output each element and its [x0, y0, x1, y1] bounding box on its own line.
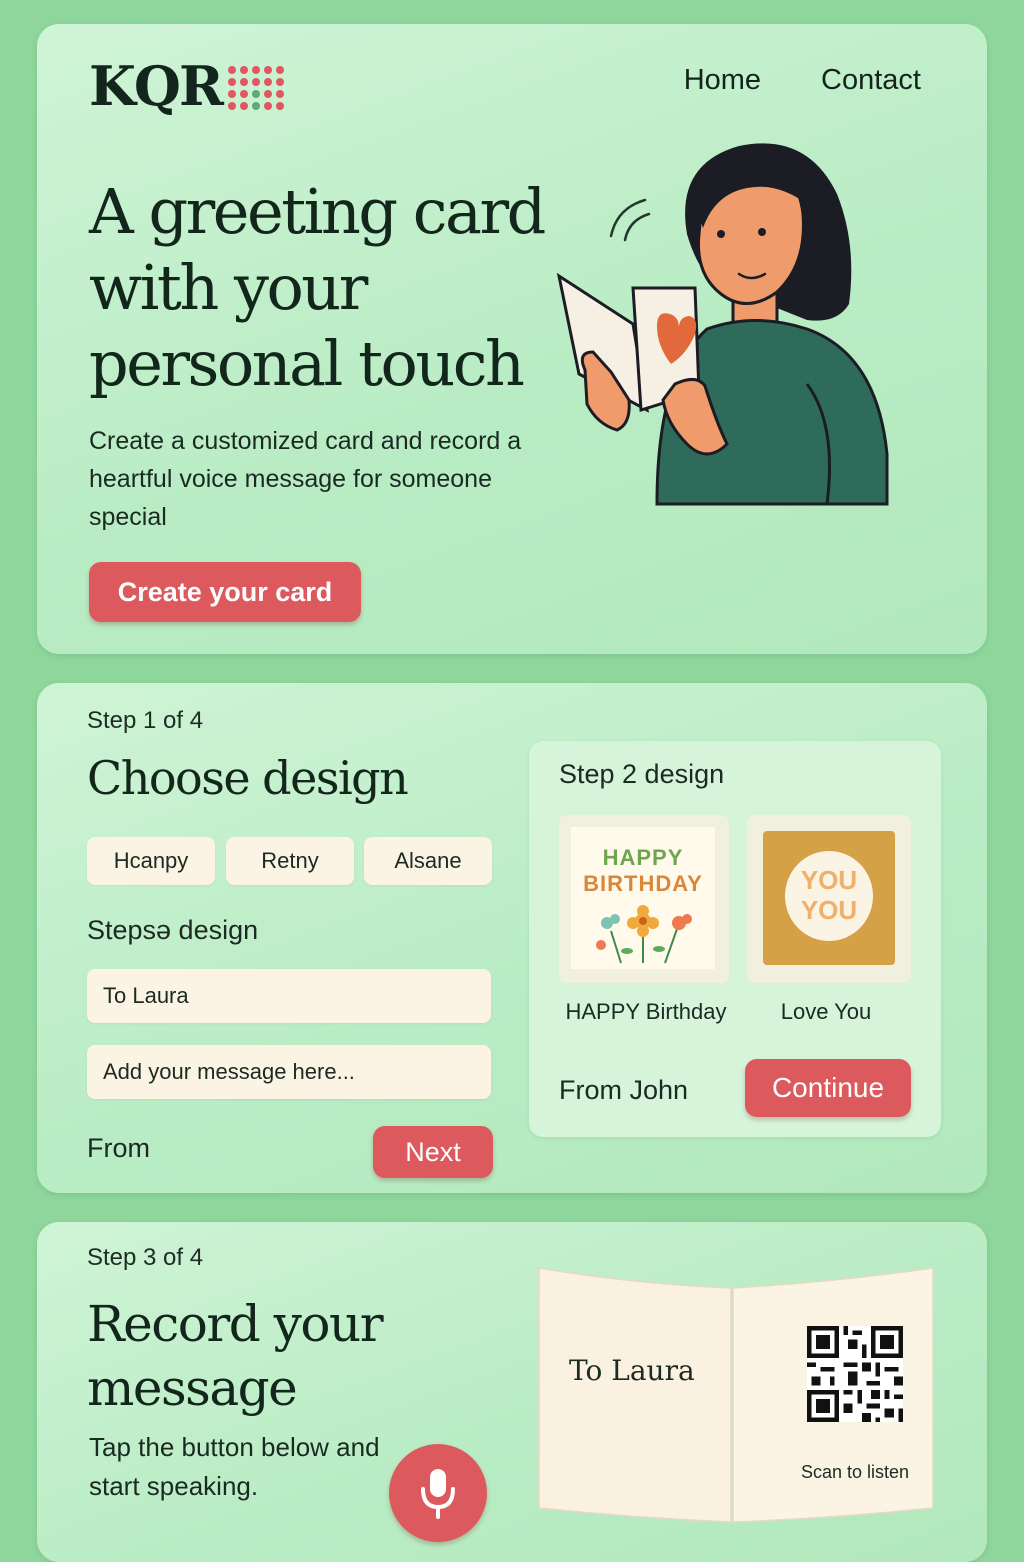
design-label-love-you: Love You [780, 999, 872, 1024]
step-design-label: Stepsə design [87, 915, 259, 945]
scan-to-listen-label: Scan to listen [801, 1462, 910, 1482]
step2-design-card: Step 2 design HAPPY BIRTHDAY YOU YOU HAP… [529, 741, 941, 1137]
card-preview: To Laura Scan to listen [535, 1264, 937, 1526]
love-you-art: YOU YOU [763, 831, 895, 965]
woman-holding-card-illustration [556, 143, 889, 506]
from-john-label: From John [559, 1075, 689, 1105]
record-title-line2: message [87, 1359, 298, 1417]
record-instructions: Tap the button below and start speaking. [89, 1432, 380, 1501]
step1-label: Step 1 of 4 [87, 707, 204, 734]
message-field[interactable] [87, 1045, 491, 1099]
design-chip-hcanpy[interactable]: Hcanpy [87, 837, 215, 885]
logo-dots-icon [227, 66, 284, 110]
card-to-text: To Laura [569, 1354, 695, 1387]
step3-label: Step 3 of 4 [87, 1244, 204, 1271]
step2-title: Step 2 design [559, 759, 725, 789]
microphone-icon [421, 1469, 455, 1519]
design-chip-alsane[interactable]: Alsane [364, 837, 492, 885]
sound-waves-icon [609, 198, 651, 242]
love-art-line2: YOU [800, 895, 858, 925]
design-label-birthday: HAPPY Birthday [565, 999, 727, 1024]
birthday-art: HAPPY BIRTHDAY [571, 827, 715, 969]
birthday-art-line2: BIRTHDAY [583, 871, 703, 896]
from-label: From [87, 1133, 150, 1163]
birthday-art-line1: HAPPY [602, 845, 684, 870]
top-nav: Home Contact [684, 64, 921, 97]
step3-panel: Step 3 of 4 Record your message Tap the … [37, 1222, 987, 1562]
flowers-icon [596, 905, 692, 964]
hero-subtitle: Create a customized card and record a he… [89, 427, 522, 531]
nav-contact-link[interactable]: Contact [821, 64, 921, 97]
design-option-love-you[interactable]: YOU YOU [747, 815, 911, 983]
love-art-line1: YOU [800, 865, 858, 895]
next-button[interactable]: Next [373, 1126, 493, 1178]
qr-code-icon[interactable] [807, 1326, 903, 1422]
nav-home-link[interactable]: Home [684, 64, 761, 97]
record-title: Record your message [87, 1292, 384, 1420]
record-title-line1: Record your [87, 1295, 384, 1353]
continue-button[interactable]: Continue [745, 1059, 911, 1117]
logo-text: KQR [89, 54, 224, 118]
record-button[interactable] [389, 1444, 487, 1542]
to-field[interactable] [87, 969, 491, 1023]
create-card-button[interactable]: Create your card [89, 562, 361, 622]
design-chip-retny[interactable]: Retny [226, 837, 354, 885]
step1-panel: Step 1 of 4 Choose design Hcanpy Retny A… [37, 683, 987, 1193]
design-option-birthday[interactable]: HAPPY BIRTHDAY [559, 815, 729, 983]
hero-panel: KQR Home Contact A greeting card with yo… [37, 24, 987, 654]
logo[interactable]: KQR [89, 54, 284, 118]
choose-design-title: Choose design [87, 751, 409, 805]
